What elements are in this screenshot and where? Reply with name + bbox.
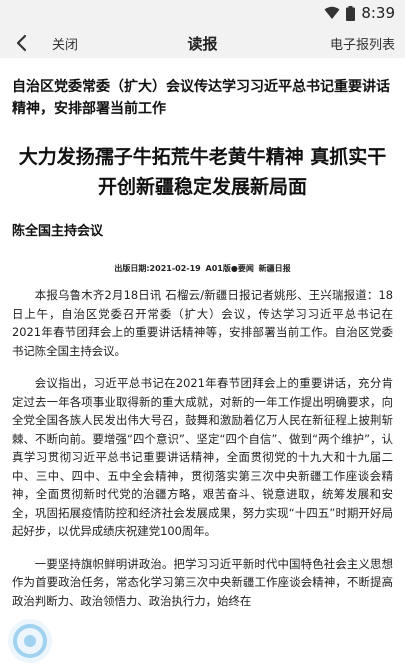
pub-paper: 新疆日报 — [258, 264, 291, 273]
pub-date: 出版日期:2021-02-19 — [114, 264, 201, 273]
battery-icon — [346, 5, 356, 21]
publication-info: 出版日期:2021-02-19 A01版●要闻 新疆日报 — [0, 263, 405, 274]
watermark-logo-icon — [8, 619, 52, 663]
article-headline: 大力发扬孺子牛拓荒牛老黄牛精神 真抓实干开创新疆稳定发展新局面 — [18, 146, 387, 198]
wifi-icon — [324, 6, 340, 19]
article-paragraph: 本报乌鲁木齐2月18日讯 石榴云/新疆日报记者姚彤、王兴瑞报道：18日上午，自治… — [12, 288, 393, 358]
status-time: 8:39 — [361, 4, 395, 22]
epaper-list-link[interactable]: 电子报列表 — [330, 34, 395, 53]
nav-bar: 关闭 读报 电子报列表 — [0, 28, 405, 58]
meeting-label: 陈全国主持会议 — [12, 224, 104, 239]
status-icons: 8:39 — [324, 4, 395, 22]
status-bar: 8:39 — [0, 0, 405, 28]
article-subhead: 自治区党委常委（扩大）会议传达学习习近平总书记重要讲话精神，安排部署当前工作 — [12, 79, 390, 117]
article-content[interactable]: 自治区党委常委（扩大）会议传达学习习近平总书记重要讲话精神，安排部署当前工作 大… — [0, 58, 405, 667]
article-paragraph: 一要坚持旗帜鲜明讲政治。把学习习近平新时代中国特色社会主义思想作为首要政治任务，… — [12, 556, 393, 608]
article-paragraph: 会议指出，习近平总书记在2021年春节团拜会上的重要讲话，充分肯定过去一年各项事… — [12, 376, 393, 538]
pub-section: A01版●要闻 — [205, 264, 254, 273]
